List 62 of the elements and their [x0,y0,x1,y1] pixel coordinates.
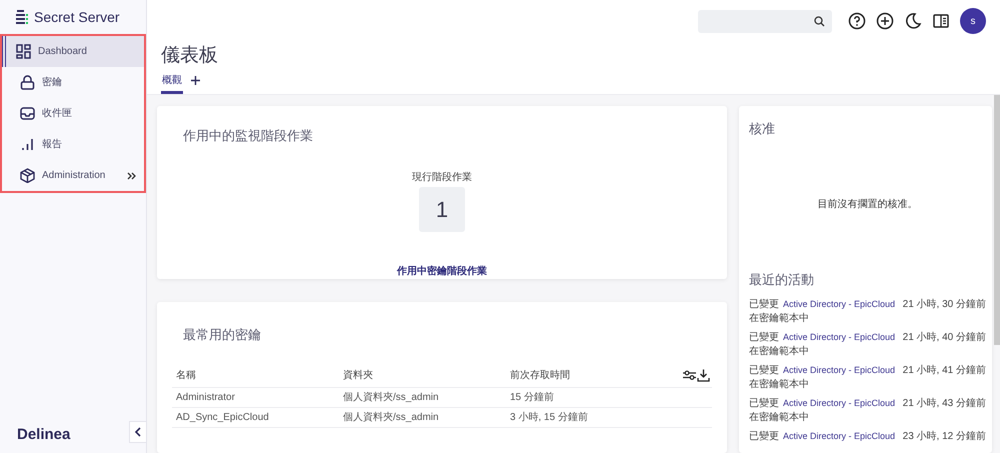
brand-logo: Delinea [17,424,70,445]
panel-title: 核准 [749,120,776,138]
activity-time: 21 小時, 30 分鐘前 [902,298,986,312]
server-logo-icon [16,9,28,25]
bar-chart-icon [20,137,35,152]
activity-link[interactable]: Active Directory - EpicCloud [783,330,896,344]
sliders-icon[interactable] [683,369,696,381]
activity-detail: 在密鑰範本中 [749,312,810,325]
download-icon[interactable] [697,369,710,382]
activity-time: 21 小時, 43 分鐘前 [902,396,986,411]
activity-time: 21 小時, 40 分鐘前 [902,330,986,345]
table-cell-text: 15 分鐘前 [509,391,555,405]
activity-action: 已變更 [749,298,779,312]
table-cell-text: 3 小時, 15 分鐘前 [509,410,589,425]
column-header: 前次存取時間 [509,368,571,383]
activity-link[interactable]: Active Directory - EpicCloud [783,364,896,378]
activity-action: 已變更 [749,430,779,444]
grid-icon [16,44,31,59]
search-field[interactable] [698,10,832,32]
activity-time: 21 小時, 41 分鐘前 [902,364,986,378]
activity-action: 已變更 [749,364,779,378]
table-cell-text: AD_Sync_EpicCloud [175,411,270,425]
activity-time: 23 小時, 12 分鐘前 [902,430,986,444]
user-avatar[interactable]: s [960,8,986,34]
card-title: 最常用的密鑰 [182,326,262,344]
chevron-left-icon [134,427,142,437]
table-cell-text: Administrator [175,391,236,405]
activity-action: 已變更 [749,396,779,411]
table-cell-text: 個人資料夾/ss_admin [342,410,440,425]
nav-item[interactable]: 收件匣 [6,98,144,129]
search-icon [814,16,825,26]
stat-value: 1 [419,186,465,232]
card-title: 作用中的監視階段作業 [182,127,314,145]
activity-detail: 在密鑰範本中 [749,411,810,424]
activity-detail: 在密鑰範本中 [749,378,810,391]
cube-icon [20,168,35,183]
app-title: Secret Server [34,8,120,26]
add-tab-icon[interactable] [191,76,200,85]
moon-icon[interactable] [904,12,922,30]
stat-label: 現行階段作業 [412,170,472,184]
panel-title: 最近的活動 [749,270,815,288]
activity-link[interactable]: Active Directory - EpicCloud [783,396,896,410]
lock-icon [20,75,35,90]
column-header: 資料夾 [342,368,374,383]
activity-link[interactable]: Active Directory - EpicCloud [783,430,896,444]
empty-message: 目前沒有擱置的核准。 [818,198,918,212]
collapse-button[interactable] [129,421,147,443]
activity-link[interactable]: Active Directory - EpicCloud [783,298,896,312]
panel-icon[interactable] [932,12,950,30]
inbox-icon [20,106,35,121]
add-icon[interactable] [876,12,894,30]
help-icon[interactable] [848,12,866,30]
activity-detail: 在密鑰範本中 [749,345,810,358]
page-title: 儀表板 [161,44,219,68]
table-cell-text: 個人資料夾/ss_admin [342,390,440,405]
nav-item[interactable]: 密鑰 [6,67,144,98]
nav-item[interactable]: Dashboard [2,36,144,67]
activity-action: 已變更 [749,330,779,345]
column-header: 名稱 [175,369,197,383]
nav-item[interactable]: 報告 [6,129,144,160]
nav-item[interactable]: Administration [6,160,144,191]
sessions-link[interactable]: 作用中密鑰階段作業 [397,264,487,278]
